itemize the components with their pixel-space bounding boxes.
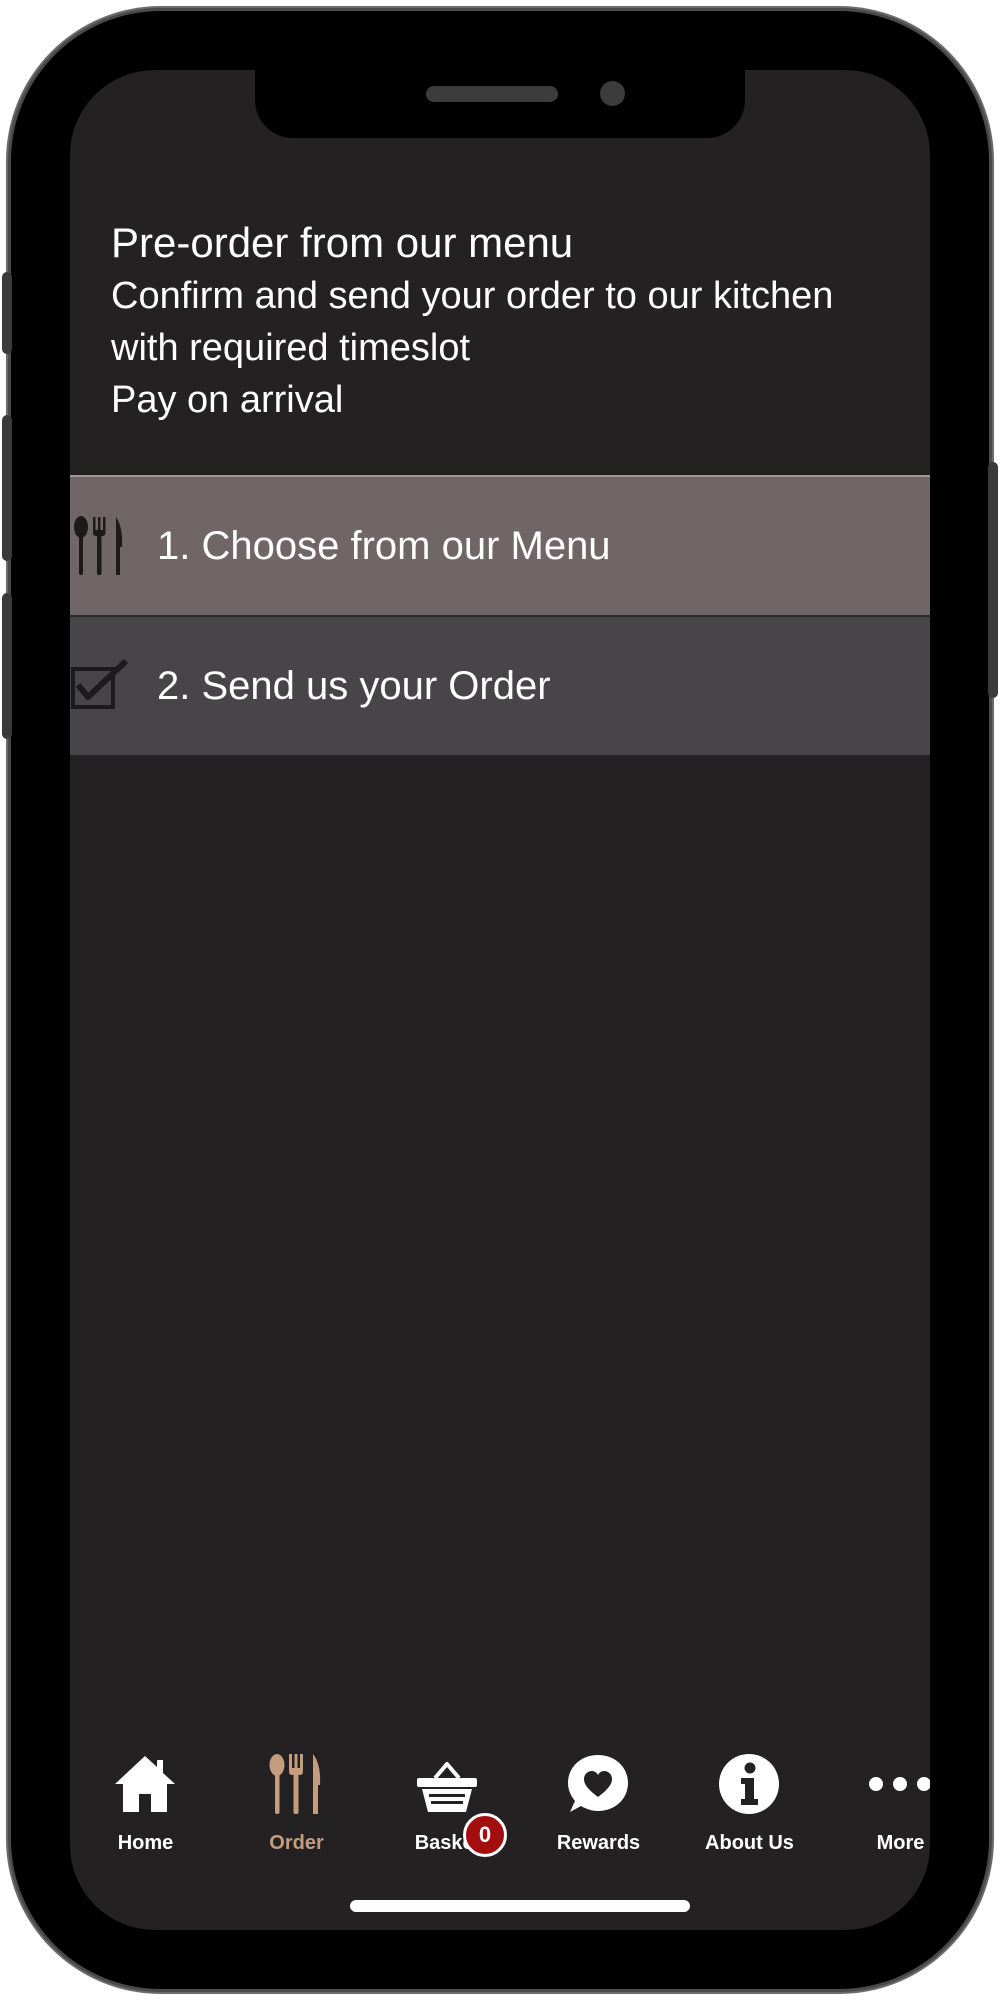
home-icon: [115, 1756, 175, 1812]
speaker-grille: [426, 86, 558, 102]
intro-line: Confirm and send your order to our kitch…: [111, 275, 834, 317]
step-label: 2. Send us your Order: [157, 663, 551, 708]
step-label: 1. Choose from our Menu: [157, 523, 611, 568]
tab-order[interactable]: Order: [221, 1730, 372, 1854]
tab-label: Home: [117, 1832, 174, 1854]
notch: [255, 70, 745, 138]
cutlery-icon: [74, 516, 123, 575]
step-send-order-row[interactable]: 2. Send us your Order: [70, 617, 930, 755]
heart-bubble-icon: [568, 1755, 628, 1812]
intro-text-block: Pre-order from our menu Confirm and send…: [111, 216, 833, 426]
basket-icon: [417, 1762, 477, 1812]
tab-more[interactable]: More: [825, 1730, 930, 1854]
intro-title: Pre-order from our menu: [111, 219, 574, 266]
intro-line: with required timeslot: [111, 327, 471, 369]
front-camera: [600, 81, 625, 106]
tab-label: Order: [269, 1832, 324, 1854]
mute-switch: [2, 272, 12, 354]
app-screen: The Process Pre-order from our menu Conf…: [70, 70, 930, 1930]
tab-about-us[interactable]: About Us: [674, 1730, 825, 1854]
step-choose-menu-row[interactable]: 1. Choose from our Menu: [70, 477, 930, 617]
tab-rewards[interactable]: Rewards: [523, 1730, 674, 1854]
power-button: [988, 462, 998, 698]
info-icon: [719, 1754, 779, 1814]
volume-up-button: [2, 415, 12, 561]
tab-label: About Us: [705, 1832, 794, 1854]
checkbox-icon: [71, 658, 129, 709]
tab-label: More: [876, 1832, 925, 1854]
tab-label: Rewards: [556, 1832, 641, 1854]
tab-home[interactable]: Home: [70, 1730, 221, 1854]
intro-line: Pay on arrival: [111, 379, 344, 421]
cutlery-icon: [269, 1754, 321, 1814]
volume-down-button: [2, 593, 12, 739]
more-dots-icon: [869, 1777, 930, 1791]
home-indicator[interactable]: [350, 1900, 690, 1912]
basket-count-badge: 0: [463, 1813, 507, 1857]
